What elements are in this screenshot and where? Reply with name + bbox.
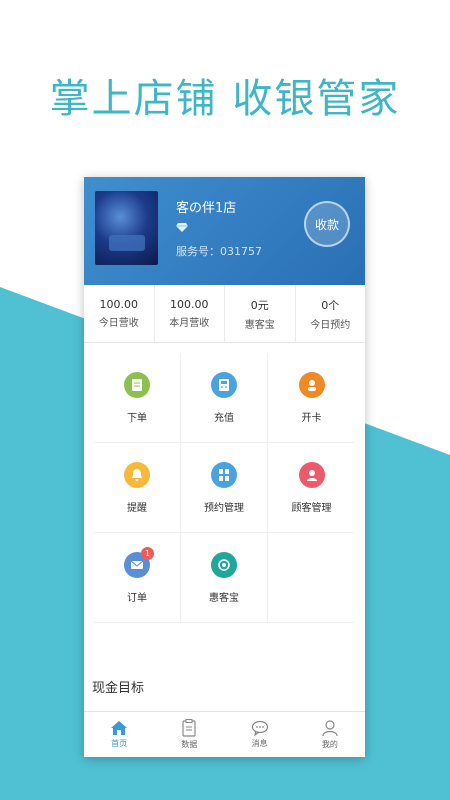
notification-badge: 1 — [141, 547, 154, 560]
tab-home[interactable]: 首页 — [84, 712, 154, 757]
stat-label: 今日预约 — [310, 319, 351, 331]
stat-today-appointments[interactable]: 0个 今日预约 — [296, 285, 366, 342]
order-form-icon — [124, 371, 150, 398]
menu-item-label: 下单 — [127, 412, 147, 424]
menu-empty-cell — [268, 533, 355, 623]
stat-value: 100.00 — [99, 298, 139, 311]
bell-icon — [124, 461, 150, 488]
stat-label: 惠客宝 — [244, 319, 275, 331]
card-person-icon — [298, 371, 325, 398]
menu-item-orders[interactable]: 1 订单 — [94, 533, 181, 623]
promo-headline: 掌上店铺 收银管家 — [49, 76, 401, 122]
stat-label: 今日营收 — [98, 318, 139, 329]
stat-value: 0个 — [321, 298, 340, 312]
cash-target-title: 现金目标 — [92, 681, 145, 696]
tab-label: 消息 — [251, 739, 268, 748]
stat-value: 0元 — [250, 298, 269, 312]
menu-item-label: 充值 — [214, 412, 234, 424]
stat-label: 本月营收 — [169, 318, 210, 329]
tab-label: 我的 — [321, 740, 338, 749]
menu-item-label: 顾客管理 — [291, 502, 332, 514]
schedule-icon — [211, 461, 237, 488]
tab-messages[interactable]: 消息 — [225, 712, 295, 757]
shop-name: 客の伴1店 — [176, 201, 237, 216]
menu-item-label: 开卡 — [301, 412, 322, 424]
menu-item-place-order[interactable]: 下单 — [94, 353, 181, 443]
menu-item-label: 惠客宝 — [209, 592, 239, 604]
collect-payment-button[interactable]: 收款 — [304, 201, 350, 247]
stat-huikebao[interactable]: 0元 惠客宝 — [225, 285, 296, 342]
stat-month-revenue[interactable]: 100.00 本月营收 — [155, 285, 225, 342]
menu-item-appointments[interactable]: 预约管理 — [181, 443, 268, 533]
menu-item-huikebao[interactable]: 惠客宝 — [181, 533, 268, 623]
menu-item-label: 提醒 — [127, 502, 147, 514]
chat-icon — [251, 720, 268, 736]
menu-item-label: 订单 — [127, 592, 147, 604]
app-screen: 客の伴1店 服务号：031757 收款 100.00 今日营收 100.00 本… — [84, 177, 365, 757]
service-number: 服务号：031757 — [176, 245, 262, 258]
clipboard-icon — [182, 719, 196, 737]
tab-label: 数据 — [181, 740, 198, 749]
calculator-icon — [211, 371, 237, 398]
diamond-icon — [176, 223, 188, 232]
home-icon — [111, 721, 128, 735]
menu-item-open-card[interactable]: 开卡 — [268, 353, 355, 443]
target-icon — [211, 551, 237, 578]
menu-item-label: 预约管理 — [204, 502, 244, 514]
tab-label: 首页 — [111, 739, 128, 748]
menu-item-customers[interactable]: 顾客管理 — [268, 443, 355, 533]
shop-header: 客の伴1店 服务号：031757 收款 — [84, 177, 365, 285]
customer-icon — [298, 461, 325, 488]
stat-today-revenue[interactable]: 100.00 今日营收 — [84, 285, 155, 342]
bottom-tab-bar: 首页 数据 消息 我的 — [84, 711, 365, 757]
stats-bar: 100.00 今日营收 100.00 本月营收 0元 惠客宝 0个 今日预约 — [84, 285, 365, 343]
function-grid: 下单 充值 开卡 提醒 预约管理 顾客管理 1 订单 惠客宝 — [94, 353, 355, 623]
tab-profile[interactable]: 我的 — [295, 712, 365, 757]
user-icon — [322, 720, 338, 737]
tab-data[interactable]: 数据 — [154, 712, 224, 757]
stat-value: 100.00 — [170, 298, 209, 311]
menu-item-reminder[interactable]: 提醒 — [94, 443, 181, 533]
menu-item-recharge[interactable]: 充值 — [181, 353, 268, 443]
shop-photo — [95, 191, 158, 265]
